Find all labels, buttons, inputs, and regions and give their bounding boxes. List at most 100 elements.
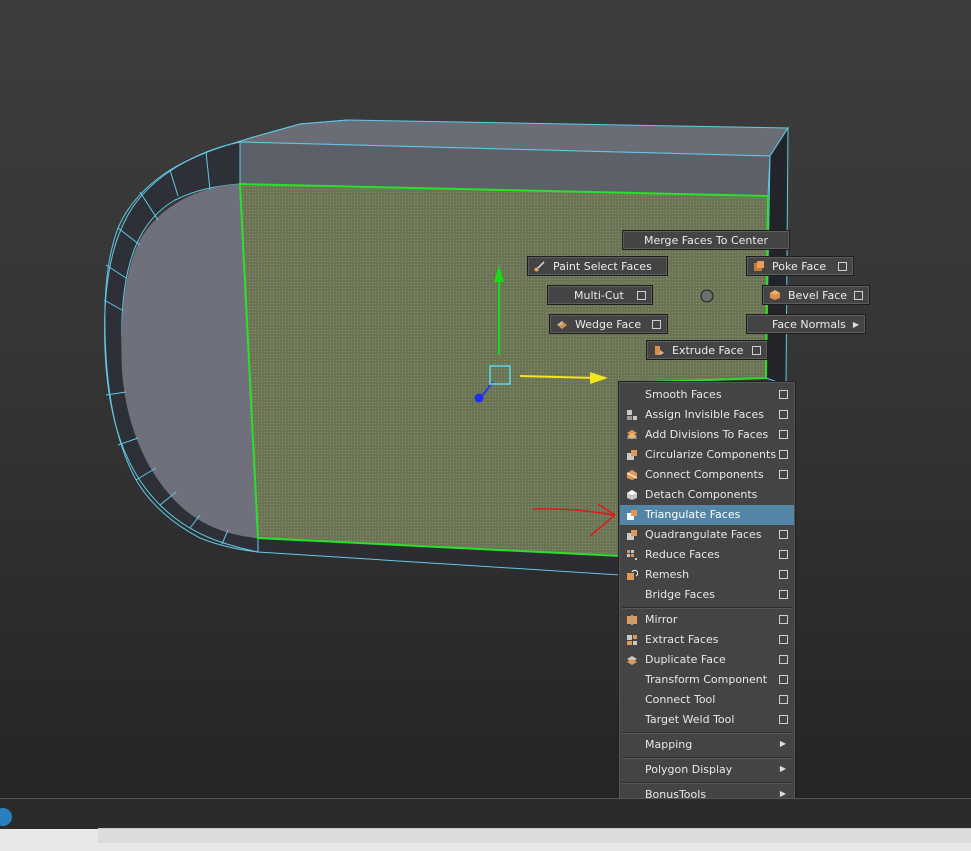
- option-box[interactable]: [779, 635, 788, 644]
- menu-item-extract-faces[interactable]: Extract Faces: [620, 630, 794, 650]
- menu-item-label: Mirror: [645, 613, 678, 626]
- triangulate-icon: [627, 510, 637, 520]
- remesh-icon: [627, 569, 638, 580]
- scene-canvas[interactable]: [0, 0, 971, 798]
- bevel-face-icon: [770, 290, 780, 300]
- menu-item-label: Add Divisions To Faces: [645, 428, 769, 441]
- merge-faces-to-center-label: Merge Faces To Center: [643, 233, 769, 247]
- wedge-face-icon: [557, 321, 567, 329]
- paint-select-faces-label: Paint Select Faces: [553, 259, 652, 273]
- option-box[interactable]: [779, 470, 788, 479]
- menu-item-label: Remesh: [645, 568, 690, 581]
- wedge-face-option-box[interactable]: [652, 319, 661, 329]
- face-normals-label: Face Normals: [772, 317, 846, 331]
- option-box[interactable]: [779, 450, 788, 459]
- option-box[interactable]: [779, 430, 788, 439]
- menu-item-label: Polygon Display: [645, 763, 733, 776]
- detach-icon: [627, 490, 637, 500]
- reduce-icon: [627, 550, 637, 560]
- extrude-face-label: Extrude Face: [672, 343, 744, 357]
- connect-components-icon: [626, 470, 638, 480]
- menu-item-mapping[interactable]: Mapping ▶: [620, 735, 794, 755]
- option-box[interactable]: [779, 615, 788, 624]
- menu-separator: [622, 732, 792, 734]
- menu-item-polygon-display[interactable]: Polygon Display ▶: [620, 760, 794, 780]
- extrude-face-icon: [655, 346, 664, 355]
- menu-item-label: Reduce Faces: [645, 548, 720, 561]
- poke-face-option-box[interactable]: [838, 261, 847, 271]
- mirror-icon: [627, 615, 637, 625]
- 3d-viewport[interactable]: [0, 0, 971, 798]
- menu-item-label: Target Weld Tool: [645, 713, 735, 726]
- face-context-menu[interactable]: Smooth Faces Assign Invisible Faces Add Di…: [618, 381, 796, 802]
- menu-item-label: Connect Tool: [645, 693, 716, 706]
- extrude-face-option-box[interactable]: [752, 345, 761, 355]
- menu-item-label: Detach Components: [645, 488, 758, 501]
- menu-item-transform-component[interactable]: Transform Component: [620, 670, 794, 690]
- multi-cut-label: Multi-Cut: [574, 288, 624, 302]
- option-box[interactable]: [779, 570, 788, 579]
- horizontal-scrollbar[interactable]: [98, 828, 971, 843]
- submenu-arrow-icon: ▶: [779, 739, 786, 748]
- menu-item-remesh[interactable]: Remesh: [620, 565, 794, 585]
- bevel-face-label: Bevel Face: [788, 288, 848, 302]
- extract-icon: [627, 635, 637, 645]
- menu-item-label: Mapping: [645, 738, 693, 751]
- paint-select-faces-item[interactable]: Paint Select Faces: [527, 256, 668, 276]
- menu-item-label: Bridge Faces: [645, 588, 715, 601]
- menu-item-label: Circularize Components: [645, 448, 777, 461]
- multi-cut-option-box[interactable]: [637, 290, 646, 300]
- menu-item-label: Duplicate Face: [645, 653, 726, 666]
- menu-item-mirror[interactable]: Mirror: [620, 610, 794, 630]
- timeline-bar[interactable]: [0, 798, 971, 829]
- bevel-face-item[interactable]: Bevel Face: [762, 285, 870, 305]
- face-normals-item[interactable]: Face Normals ▶: [746, 314, 866, 334]
- option-box[interactable]: [779, 390, 788, 399]
- menu-item-smooth-faces[interactable]: Smooth Faces: [620, 385, 794, 405]
- menu-item-label: Assign Invisible Faces: [645, 408, 764, 421]
- option-box[interactable]: [779, 695, 788, 704]
- menu-item-duplicate-face[interactable]: Duplicate Face: [620, 650, 794, 670]
- menu-item-connect-components[interactable]: Connect Components: [620, 465, 794, 485]
- merge-faces-to-center-item[interactable]: Merge Faces To Center: [622, 230, 790, 250]
- menu-item-reduce-faces[interactable]: Reduce Faces: [620, 545, 794, 565]
- menu-item-connect-tool[interactable]: Connect Tool: [620, 690, 794, 710]
- option-box[interactable]: [779, 655, 788, 664]
- wedge-face-item[interactable]: Wedge Face: [549, 314, 668, 334]
- option-box[interactable]: [779, 715, 788, 724]
- menu-item-label: Triangulate Faces: [645, 508, 741, 521]
- invisible-faces-icon: [627, 410, 637, 420]
- wedge-face-label: Wedge Face: [575, 317, 642, 331]
- menu-separator: [622, 757, 792, 759]
- poke-face-label: Poke Face: [772, 259, 827, 273]
- menu-item-quadrangulate-faces[interactable]: Quadrangulate Faces: [620, 525, 794, 545]
- menu-separator: [622, 782, 792, 784]
- menu-item-bridge-faces[interactable]: Bridge Faces: [620, 585, 794, 605]
- menu-item-label: Smooth Faces: [645, 388, 722, 401]
- menu-item-label: Extract Faces: [645, 633, 719, 646]
- menu-item-add-divisions-to-faces[interactable]: Add Divisions To Faces: [620, 425, 794, 445]
- menu-item-triangulate-faces[interactable]: Triangulate Faces: [620, 505, 794, 525]
- duplicate-icon: [627, 656, 637, 665]
- marking-menu-center: [700, 289, 714, 303]
- option-box[interactable]: [779, 590, 788, 599]
- poke-face-item[interactable]: Poke Face: [746, 256, 854, 276]
- menu-item-detach-components[interactable]: Detach Components: [620, 485, 794, 505]
- paint-brush-icon: [534, 261, 545, 272]
- bevel-face-option-box[interactable]: [854, 290, 863, 300]
- menu-item-label: Connect Components: [645, 468, 764, 481]
- poke-face-icon: [754, 261, 764, 271]
- menu-item-target-weld-tool[interactable]: Target Weld Tool: [620, 710, 794, 730]
- submenu-arrow-icon: ▶: [852, 319, 859, 329]
- option-box[interactable]: [779, 550, 788, 559]
- extrude-face-item[interactable]: Extrude Face: [646, 340, 768, 360]
- menu-item-assign-invisible-faces[interactable]: Assign Invisible Faces: [620, 405, 794, 425]
- multi-cut-item[interactable]: Multi-Cut: [547, 285, 653, 305]
- option-box[interactable]: [779, 410, 788, 419]
- menu-item-circularize-components[interactable]: Circularize Components: [620, 445, 794, 465]
- option-box[interactable]: [779, 675, 788, 684]
- menu-separator: [622, 607, 792, 609]
- add-divisions-icon: [627, 430, 637, 439]
- option-box[interactable]: [779, 530, 788, 539]
- menu-item-label: Quadrangulate Faces: [645, 528, 762, 541]
